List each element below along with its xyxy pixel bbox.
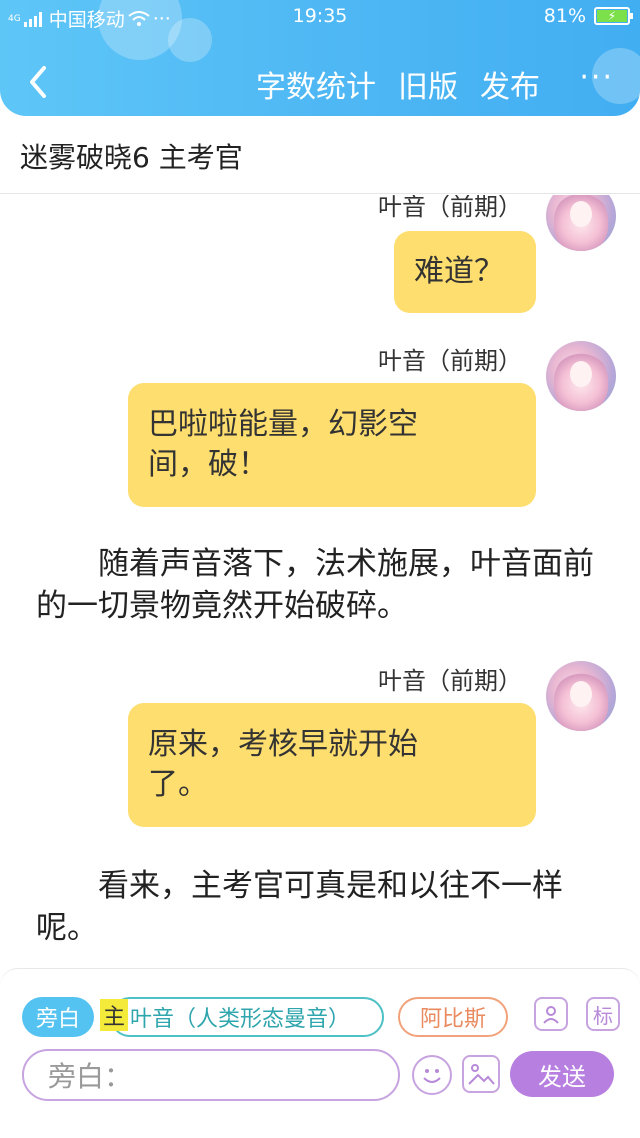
speaker-name: 叶音（前期） <box>378 347 522 375</box>
status-bar: 4G 中国移动 ··· 19:35 81% ⚡ <box>0 0 640 34</box>
publish-button[interactable]: 发布 <box>480 62 540 106</box>
bubble-line: 巴啦啦能量，幻影空 <box>148 407 418 442</box>
main-role-marker: 主 <box>100 999 128 1031</box>
tag-icon-label: 标 <box>593 1003 613 1028</box>
more-options-icon[interactable]: ··· <box>579 60 614 95</box>
person-icon[interactable] <box>534 997 568 1031</box>
back-arrow-icon[interactable] <box>22 62 54 102</box>
speech-bubble[interactable]: 巴啦啦能量，幻影空 间，破！ <box>128 383 536 507</box>
speech-bubble[interactable]: 原来，考核早就开始 了。 <box>128 703 536 827</box>
narration-text[interactable]: 随着声音落下，法术施展，叶音面前的一切景物竟然开始破碎。 <box>36 543 606 627</box>
bubble-line: 难道？ <box>414 254 504 289</box>
battery-icon: ⚡ <box>594 7 633 25</box>
avatar[interactable] <box>546 661 616 731</box>
avatar[interactable] <box>546 341 616 411</box>
image-icon[interactable] <box>462 1055 500 1093</box>
send-button[interactable]: 发送 <box>510 1051 614 1097</box>
speaker-name: 叶音（前期） <box>378 195 522 221</box>
chat-area[interactable]: 叶音（前期） 难道？ 叶音（前期） 巴啦啦能量，幻影空 间，破！ 随着声音落下，… <box>0 195 640 965</box>
message-input[interactable]: 旁白： <box>22 1049 400 1101</box>
app-header: 4G 中国移动 ··· 19:35 81% ⚡ 字数统计 旧版 发布 ··· <box>0 0 640 116</box>
dialog-message[interactable]: 叶音（前期） 难道？ <box>0 195 640 317</box>
emoji-icon[interactable] <box>412 1055 452 1095</box>
story-title-row: 迷雾破晓6 主考官 <box>0 116 640 194</box>
role-chip-label: 叶音（人类形态曼音） <box>130 1007 351 1032</box>
dialog-message[interactable]: 叶音（前期） 原来，考核早就开始 了。 <box>0 661 640 831</box>
narration-chip[interactable]: 旁白 <box>22 997 94 1037</box>
speaker-name: 叶音（前期） <box>378 667 522 695</box>
bubble-line: 了。 <box>148 767 208 802</box>
nav-bar: 字数统计 旧版 发布 ··· <box>0 56 640 110</box>
bubble-line: 间，破！ <box>148 447 268 482</box>
speech-bubble[interactable]: 难道？ <box>394 231 536 313</box>
role-chip-yeyin[interactable]: 叶音（人类形态曼音） <box>110 997 384 1037</box>
tag-icon[interactable]: 标 <box>586 997 620 1031</box>
input-placeholder: 旁白： <box>48 1060 133 1093</box>
bubble-line: 原来，考核早就开始 <box>148 727 418 762</box>
battery-percent: 81% <box>543 5 586 27</box>
word-count-button[interactable]: 字数统计 <box>256 62 376 106</box>
role-chip-abis[interactable]: 阿比斯 <box>398 997 508 1037</box>
avatar[interactable] <box>546 195 616 251</box>
story-title[interactable]: 迷雾破晓6 主考官 <box>20 136 243 176</box>
composer-panel: 旁白 叶音（人类形态曼音） 主 阿比斯 标 旁白： 发送 <box>0 968 640 1138</box>
old-version-button[interactable]: 旧版 <box>398 62 458 106</box>
dialog-message[interactable]: 叶音（前期） 巴啦啦能量，幻影空 间，破！ <box>0 341 640 511</box>
narration-text[interactable]: 看来，主考官可真是和以往不一样呢。 <box>36 865 606 949</box>
